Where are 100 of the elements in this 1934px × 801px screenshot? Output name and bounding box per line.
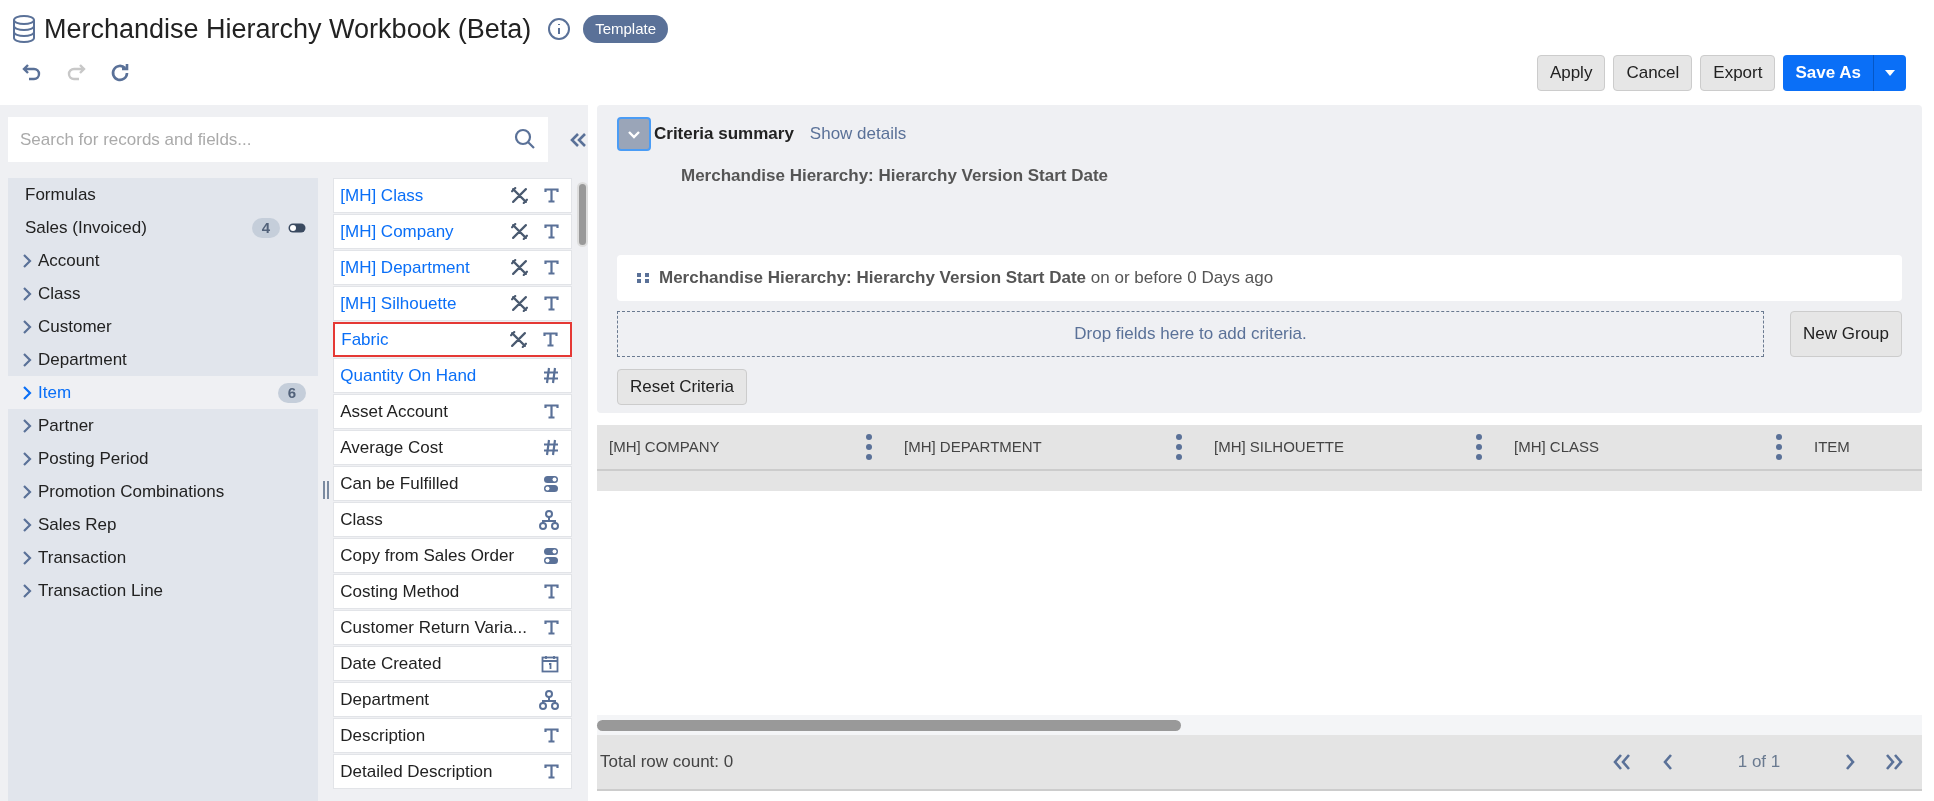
record-item[interactable]: Transaction [8, 541, 319, 574]
tools-icon [511, 187, 528, 204]
field-item[interactable]: [MH] Class [333, 178, 572, 213]
count-badge: 4 [251, 217, 281, 238]
column-menu-icon[interactable] [1476, 434, 1482, 460]
field-item[interactable]: [MH] Silhouette [333, 286, 572, 321]
show-details-link[interactable]: Show details [809, 121, 907, 147]
field-item[interactable]: Detailed Description [333, 754, 572, 789]
field-item[interactable]: Average Cost [333, 430, 572, 465]
field-item[interactable]: Class [333, 502, 572, 537]
resize-handle[interactable] [322, 480, 329, 499]
text-type-icon [543, 332, 558, 347]
toolbar-button[interactable]: Export [1700, 55, 1776, 91]
column-header[interactable]: [MH] CLASS [1514, 435, 1776, 459]
save-as-button[interactable]: Save As [1783, 55, 1874, 91]
hash-icon [543, 367, 559, 384]
scrollbar-thumb[interactable] [577, 182, 588, 247]
toggle-icon[interactable] [288, 222, 307, 233]
previous-page-icon[interactable] [1662, 753, 1674, 771]
field-label: [MH] Department [340, 256, 471, 279]
last-page-icon[interactable] [1884, 753, 1904, 771]
save-as-dropdown[interactable] [1874, 55, 1906, 91]
calendar-icon [541, 654, 559, 673]
criteria-condition[interactable]: Merchandise Hierarchy: Hierarchy Version Start Date on or before 0 Days ago [617, 255, 1902, 301]
info-icon[interactable] [547, 17, 572, 41]
tools-icon [511, 223, 528, 240]
record-item[interactable]: Class [8, 277, 319, 310]
record-item[interactable]: Partner [8, 409, 319, 442]
field-item[interactable]: Department [333, 682, 572, 717]
field-label: Class [340, 508, 384, 531]
field-label: Asset Account [340, 400, 449, 423]
scrollbar-thumb[interactable] [597, 719, 1181, 731]
field-item[interactable]: Can be Fulfilled [333, 466, 572, 501]
chevron-right-icon [22, 516, 32, 533]
field-item[interactable]: [MH] Department [333, 250, 572, 285]
page-indicator: 1 of 1 [1736, 751, 1782, 774]
tools-icon [510, 331, 527, 348]
field-item[interactable]: Costing Method [333, 574, 572, 609]
record-item[interactable]: Item 6 [8, 376, 319, 409]
field-item[interactable]: [MH] Company [333, 214, 572, 249]
field-label: [MH] Silhouette [340, 292, 458, 315]
chevron-right-icon [22, 450, 32, 467]
field-item[interactable]: Date Created [333, 646, 572, 681]
chevron-right-icon [22, 483, 32, 500]
field-label: Quantity On Hand [340, 364, 478, 387]
search-field[interactable]: Search for records and fields... [8, 117, 548, 162]
record-label: Item [38, 381, 73, 404]
text-type-icon [544, 188, 559, 203]
expand-toggle-button[interactable] [617, 117, 651, 151]
caret-down-icon [1884, 69, 1896, 77]
record-item[interactable]: Department [8, 343, 319, 376]
field-label: Customer Return Varia... [340, 616, 528, 639]
criteria-title: Criteria summary [654, 123, 794, 146]
toolbar-button[interactable]: Apply [1536, 55, 1606, 91]
record-item[interactable]: Formulas [8, 178, 319, 211]
text-type-icon [544, 728, 559, 743]
field-label: Detailed Description [340, 760, 494, 783]
column-header[interactable]: [MH] SILHOUETTE [1214, 435, 1476, 459]
record-label: Class [38, 282, 82, 305]
record-item[interactable]: Promotion Combinations [8, 475, 319, 508]
column-header[interactable]: [MH] DEPARTMENT [904, 435, 1176, 459]
chevron-right-icon [22, 252, 32, 269]
column-header[interactable]: [MH] COMPANY [609, 435, 866, 459]
chevron-right-icon [22, 285, 32, 302]
field-item[interactable]: Description [333, 718, 572, 753]
text-type-icon [544, 404, 559, 419]
record-item[interactable]: Sales Rep [8, 508, 319, 541]
column-menu-icon[interactable] [866, 434, 872, 460]
record-item[interactable]: Sales (Invoiced) 4 [8, 211, 319, 244]
tools-icon [511, 295, 528, 312]
field-label: Date Created [340, 652, 443, 675]
first-page-icon[interactable] [1612, 753, 1632, 771]
next-page-icon[interactable] [1844, 753, 1856, 771]
record-item[interactable]: Transaction Line [8, 574, 319, 607]
field-item[interactable]: Quantity On Hand [333, 358, 572, 393]
search-icon[interactable] [514, 128, 536, 150]
record-label: Transaction Line [38, 579, 165, 602]
field-item[interactable]: Copy from Sales Order [333, 538, 572, 573]
toolbar-button[interactable]: Cancel [1613, 55, 1693, 91]
field-item[interactable]: Fabric [333, 322, 572, 357]
database-icon [12, 15, 36, 43]
count-badge: 6 [277, 382, 307, 403]
drag-handle-icon[interactable] [637, 272, 649, 284]
field-label: Description [340, 724, 427, 747]
new-group-button[interactable]: New Group [1790, 311, 1902, 357]
record-item[interactable]: Account [8, 244, 319, 277]
field-label: [MH] Class [340, 184, 425, 207]
field-item[interactable]: Customer Return Varia... [333, 610, 572, 645]
record-item[interactable]: Posting Period [8, 442, 319, 475]
record-item[interactable]: Customer [8, 310, 319, 343]
hierarchy-icon [539, 689, 559, 710]
field-item[interactable]: Asset Account [333, 394, 572, 429]
column-header[interactable]: ITEM [1814, 435, 1902, 459]
chevron-right-icon [22, 417, 32, 434]
reset-criteria-button[interactable]: Reset Criteria [617, 369, 747, 405]
column-menu-icon[interactable] [1776, 434, 1782, 460]
chevron-right-icon [22, 351, 32, 368]
toggle-icon [543, 546, 559, 565]
hierarchy-icon [539, 509, 559, 530]
column-menu-icon[interactable] [1176, 434, 1182, 460]
